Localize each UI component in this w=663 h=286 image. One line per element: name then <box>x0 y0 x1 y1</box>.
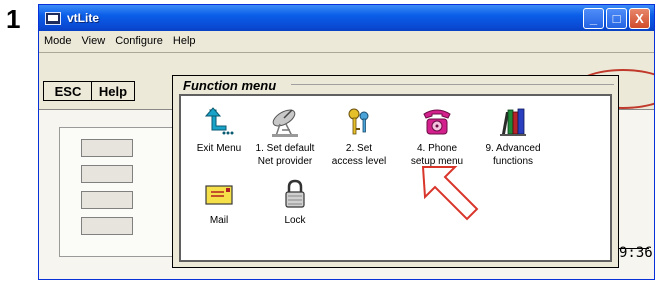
function-menu-dialog: Function menu Exit Menu 1. Set default N… <box>172 75 619 268</box>
mail-icon <box>202 178 236 210</box>
menu-item-lock[interactable]: Lock <box>257 178 333 227</box>
menu-configure[interactable]: Configure <box>110 35 168 47</box>
side-button-3[interactable] <box>81 191 133 209</box>
side-button-4[interactable] <box>81 217 133 235</box>
menu-item-mail[interactable]: Mail <box>181 178 257 227</box>
window-controls: _ □ X <box>583 8 650 29</box>
function-menu-grid: Exit Menu 1. Set default Net provider 2.… <box>179 94 612 262</box>
menu-help[interactable]: Help <box>168 35 201 47</box>
minimize-button[interactable]: _ <box>583 8 604 29</box>
keys-icon <box>342 106 376 138</box>
clock-time: 9:36 <box>619 245 653 261</box>
menu-item-label: Mail <box>209 215 229 226</box>
menu-item-access-level[interactable]: 2. Set access level <box>321 106 397 168</box>
menu-item-label: 2. Set access level <box>331 143 387 167</box>
phone-icon <box>420 106 454 138</box>
app-window: vtLite _ □ X Mode View Configure Help ES… <box>38 4 655 280</box>
menu-mode[interactable]: Mode <box>39 35 77 47</box>
side-button-1[interactable] <box>81 139 133 157</box>
lock-icon <box>278 178 312 210</box>
exit-arrow-icon <box>202 106 236 138</box>
window-title: vtLite <box>67 11 100 25</box>
books-icon <box>496 106 530 138</box>
menu-item-label: Exit Menu <box>196 143 242 154</box>
dialog-title-line <box>291 84 614 85</box>
close-button[interactable]: X <box>629 8 650 29</box>
esc-button[interactable]: ESC <box>43 81 93 101</box>
menu-item-net-provider[interactable]: 1. Set default Net provider <box>247 106 323 168</box>
side-button-2[interactable] <box>81 165 133 183</box>
menu-bar: Mode View Configure Help <box>39 31 654 51</box>
menu-view[interactable]: View <box>77 35 111 47</box>
menu-item-advanced[interactable]: 9. Advanced functions <box>475 106 551 168</box>
function-menu-title: Function menu <box>183 78 277 93</box>
step-number: 1 <box>6 4 21 34</box>
menu-divider <box>39 52 654 53</box>
title-bar[interactable]: vtLite _ □ X <box>39 5 654 31</box>
satellite-dish-icon <box>268 106 302 138</box>
menu-item-label: 9. Advanced functions <box>485 143 541 167</box>
help-button[interactable]: Help <box>91 81 135 101</box>
maximize-button[interactable]: □ <box>606 8 627 29</box>
menu-item-label: 1. Set default Net provider <box>255 143 315 167</box>
menu-item-exit[interactable]: Exit Menu <box>181 106 257 155</box>
app-icon <box>45 11 61 25</box>
menu-item-label: Lock <box>284 215 306 226</box>
pointer-arrow-icon <box>421 166 479 221</box>
